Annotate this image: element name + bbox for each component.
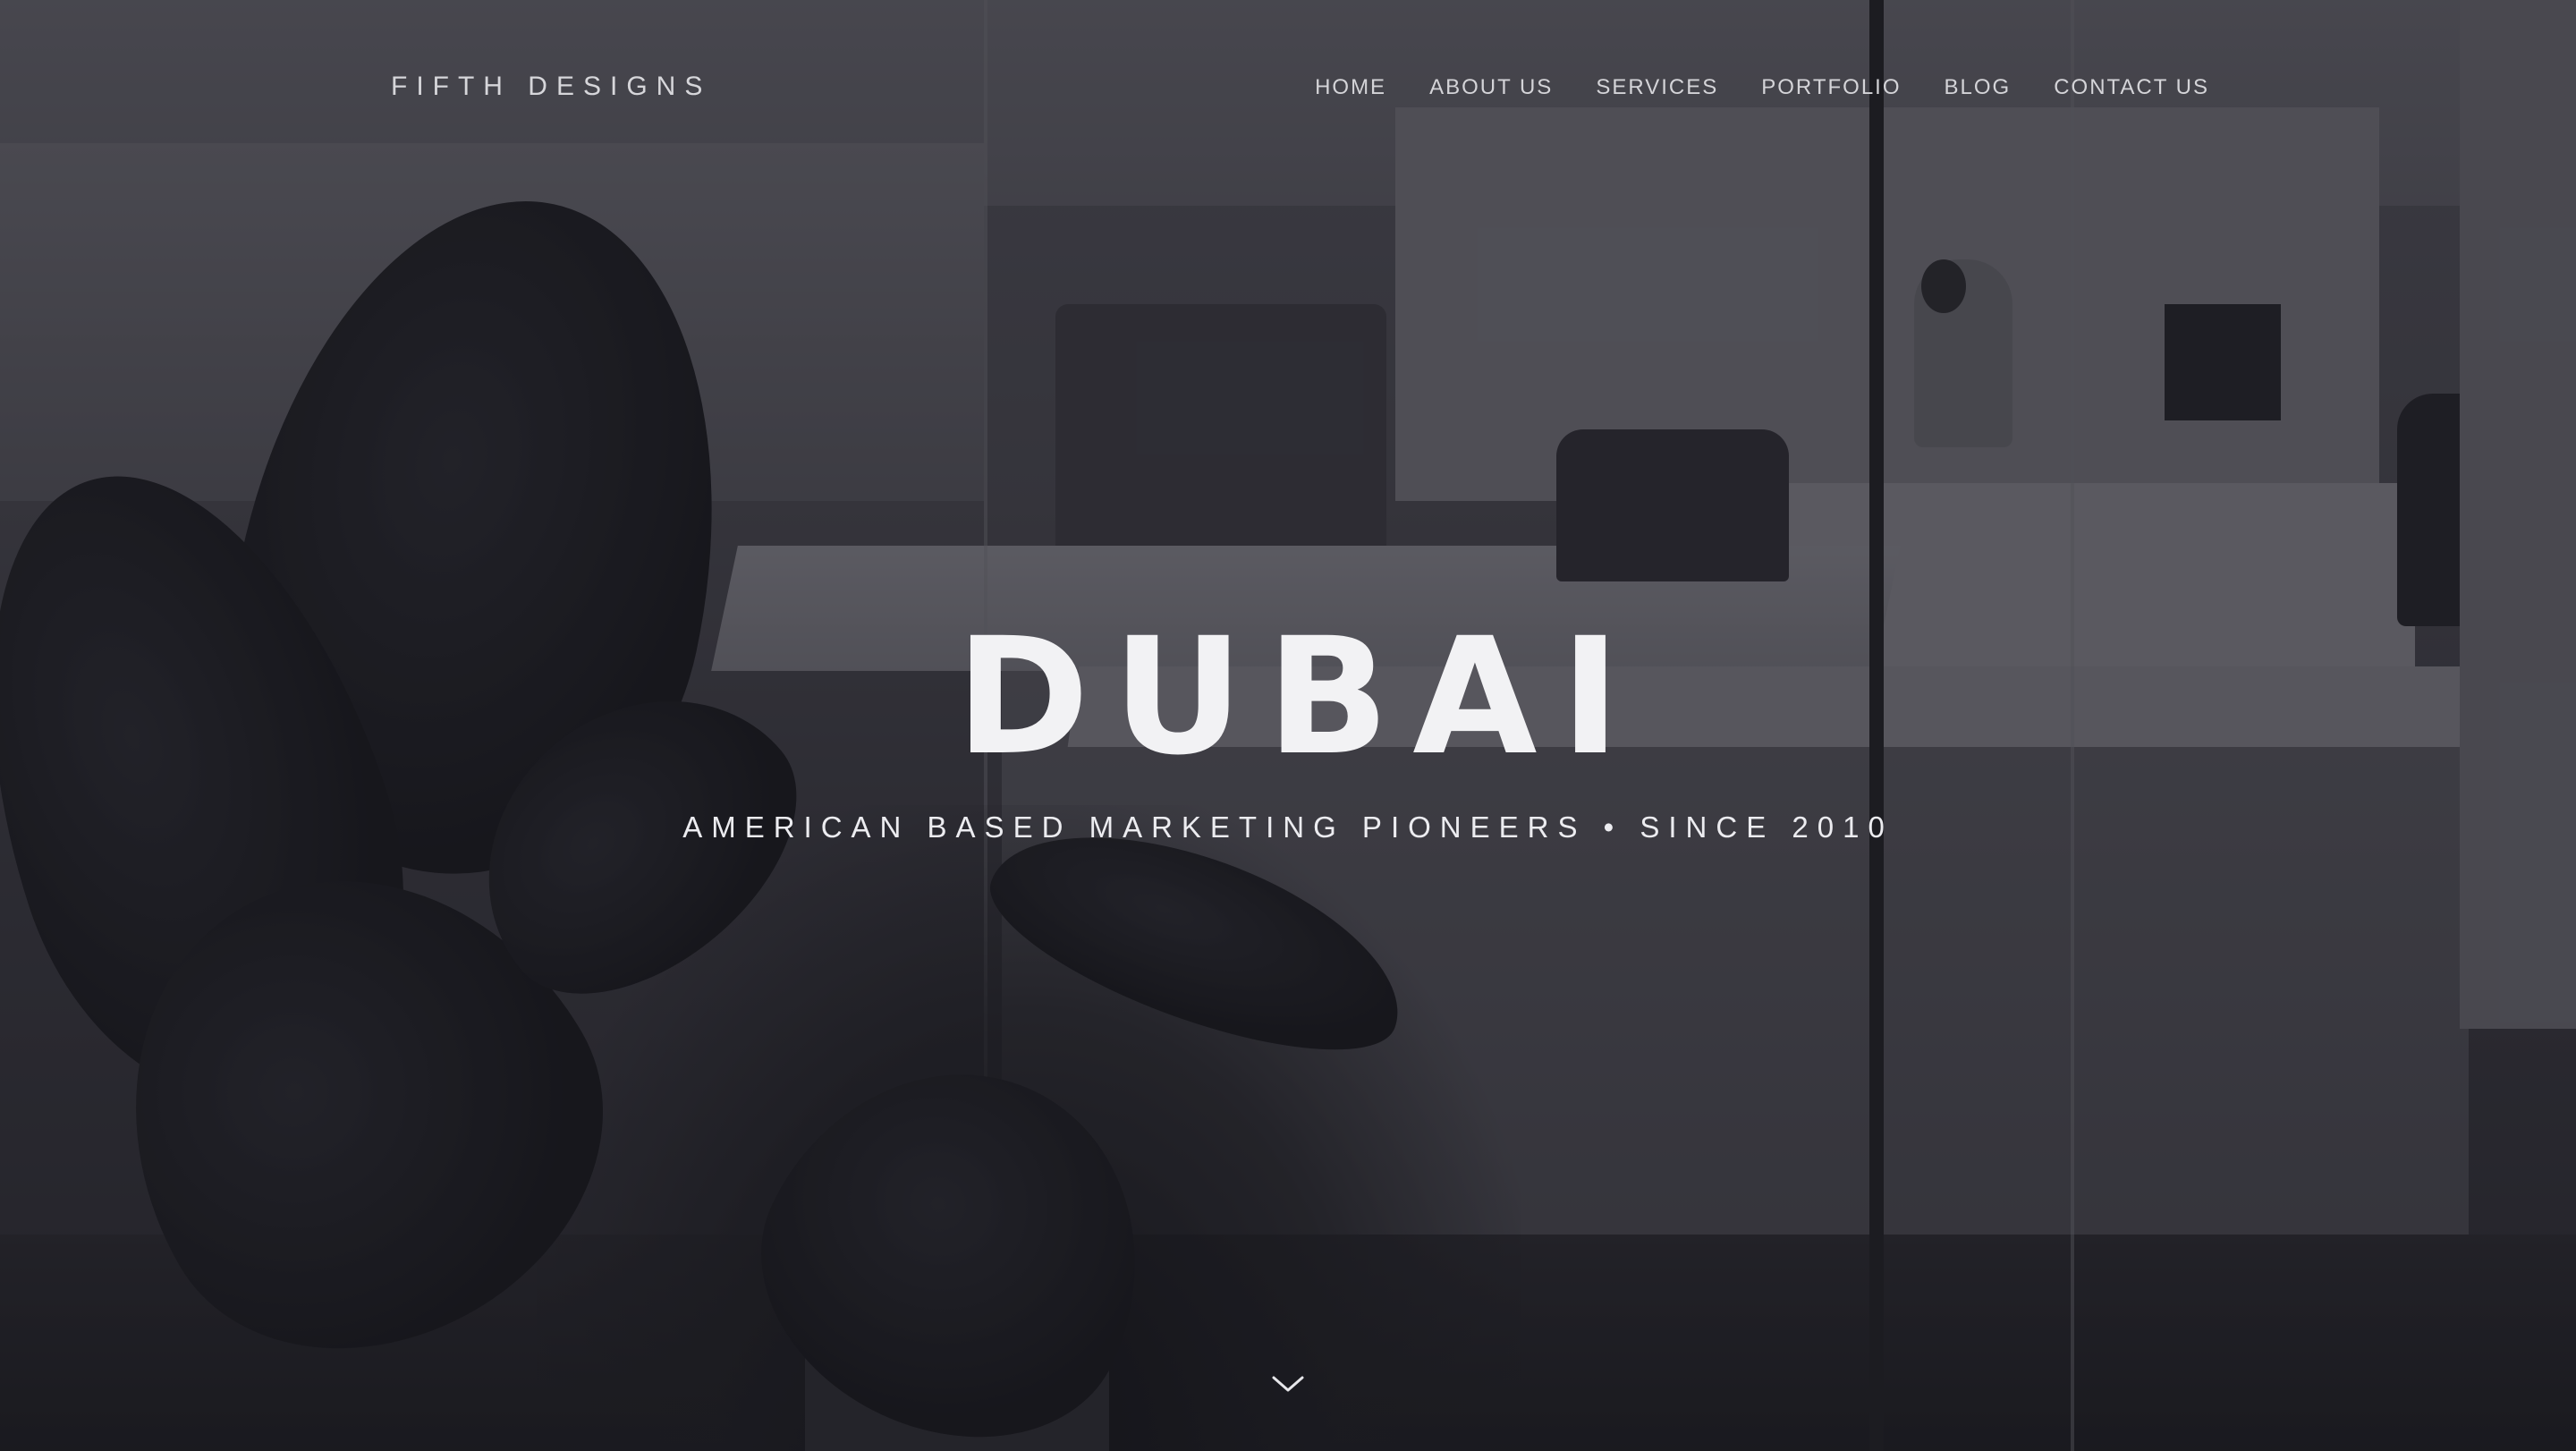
nav-item-about-us[interactable]: ABOUT US	[1429, 75, 1553, 100]
nav-item-services[interactable]: SERVICES	[1596, 75, 1718, 100]
hero-section: FIFTH DESIGNS HOME ABOUT US SERVICES POR…	[0, 0, 2576, 1451]
main-nav: HOME ABOUT US SERVICES PORTFOLIO BLOG CO…	[1272, 75, 2209, 100]
nav-item-blog[interactable]: BLOG	[1945, 75, 2012, 100]
site-logo[interactable]: FIFTH DESIGNS	[391, 72, 711, 102]
hero-headline: DUBAI	[955, 604, 1644, 791]
nav-item-portfolio[interactable]: PORTFOLIO	[1761, 75, 1901, 100]
chevron-down-icon[interactable]	[1270, 1370, 1306, 1397]
nav-item-contact-us[interactable]: CONTACT US	[2054, 75, 2209, 100]
nav-item-home[interactable]: HOME	[1315, 75, 1386, 100]
hero-tagline: AMERICAN BASED MARKETING PIONEERS • SINC…	[682, 810, 1894, 844]
